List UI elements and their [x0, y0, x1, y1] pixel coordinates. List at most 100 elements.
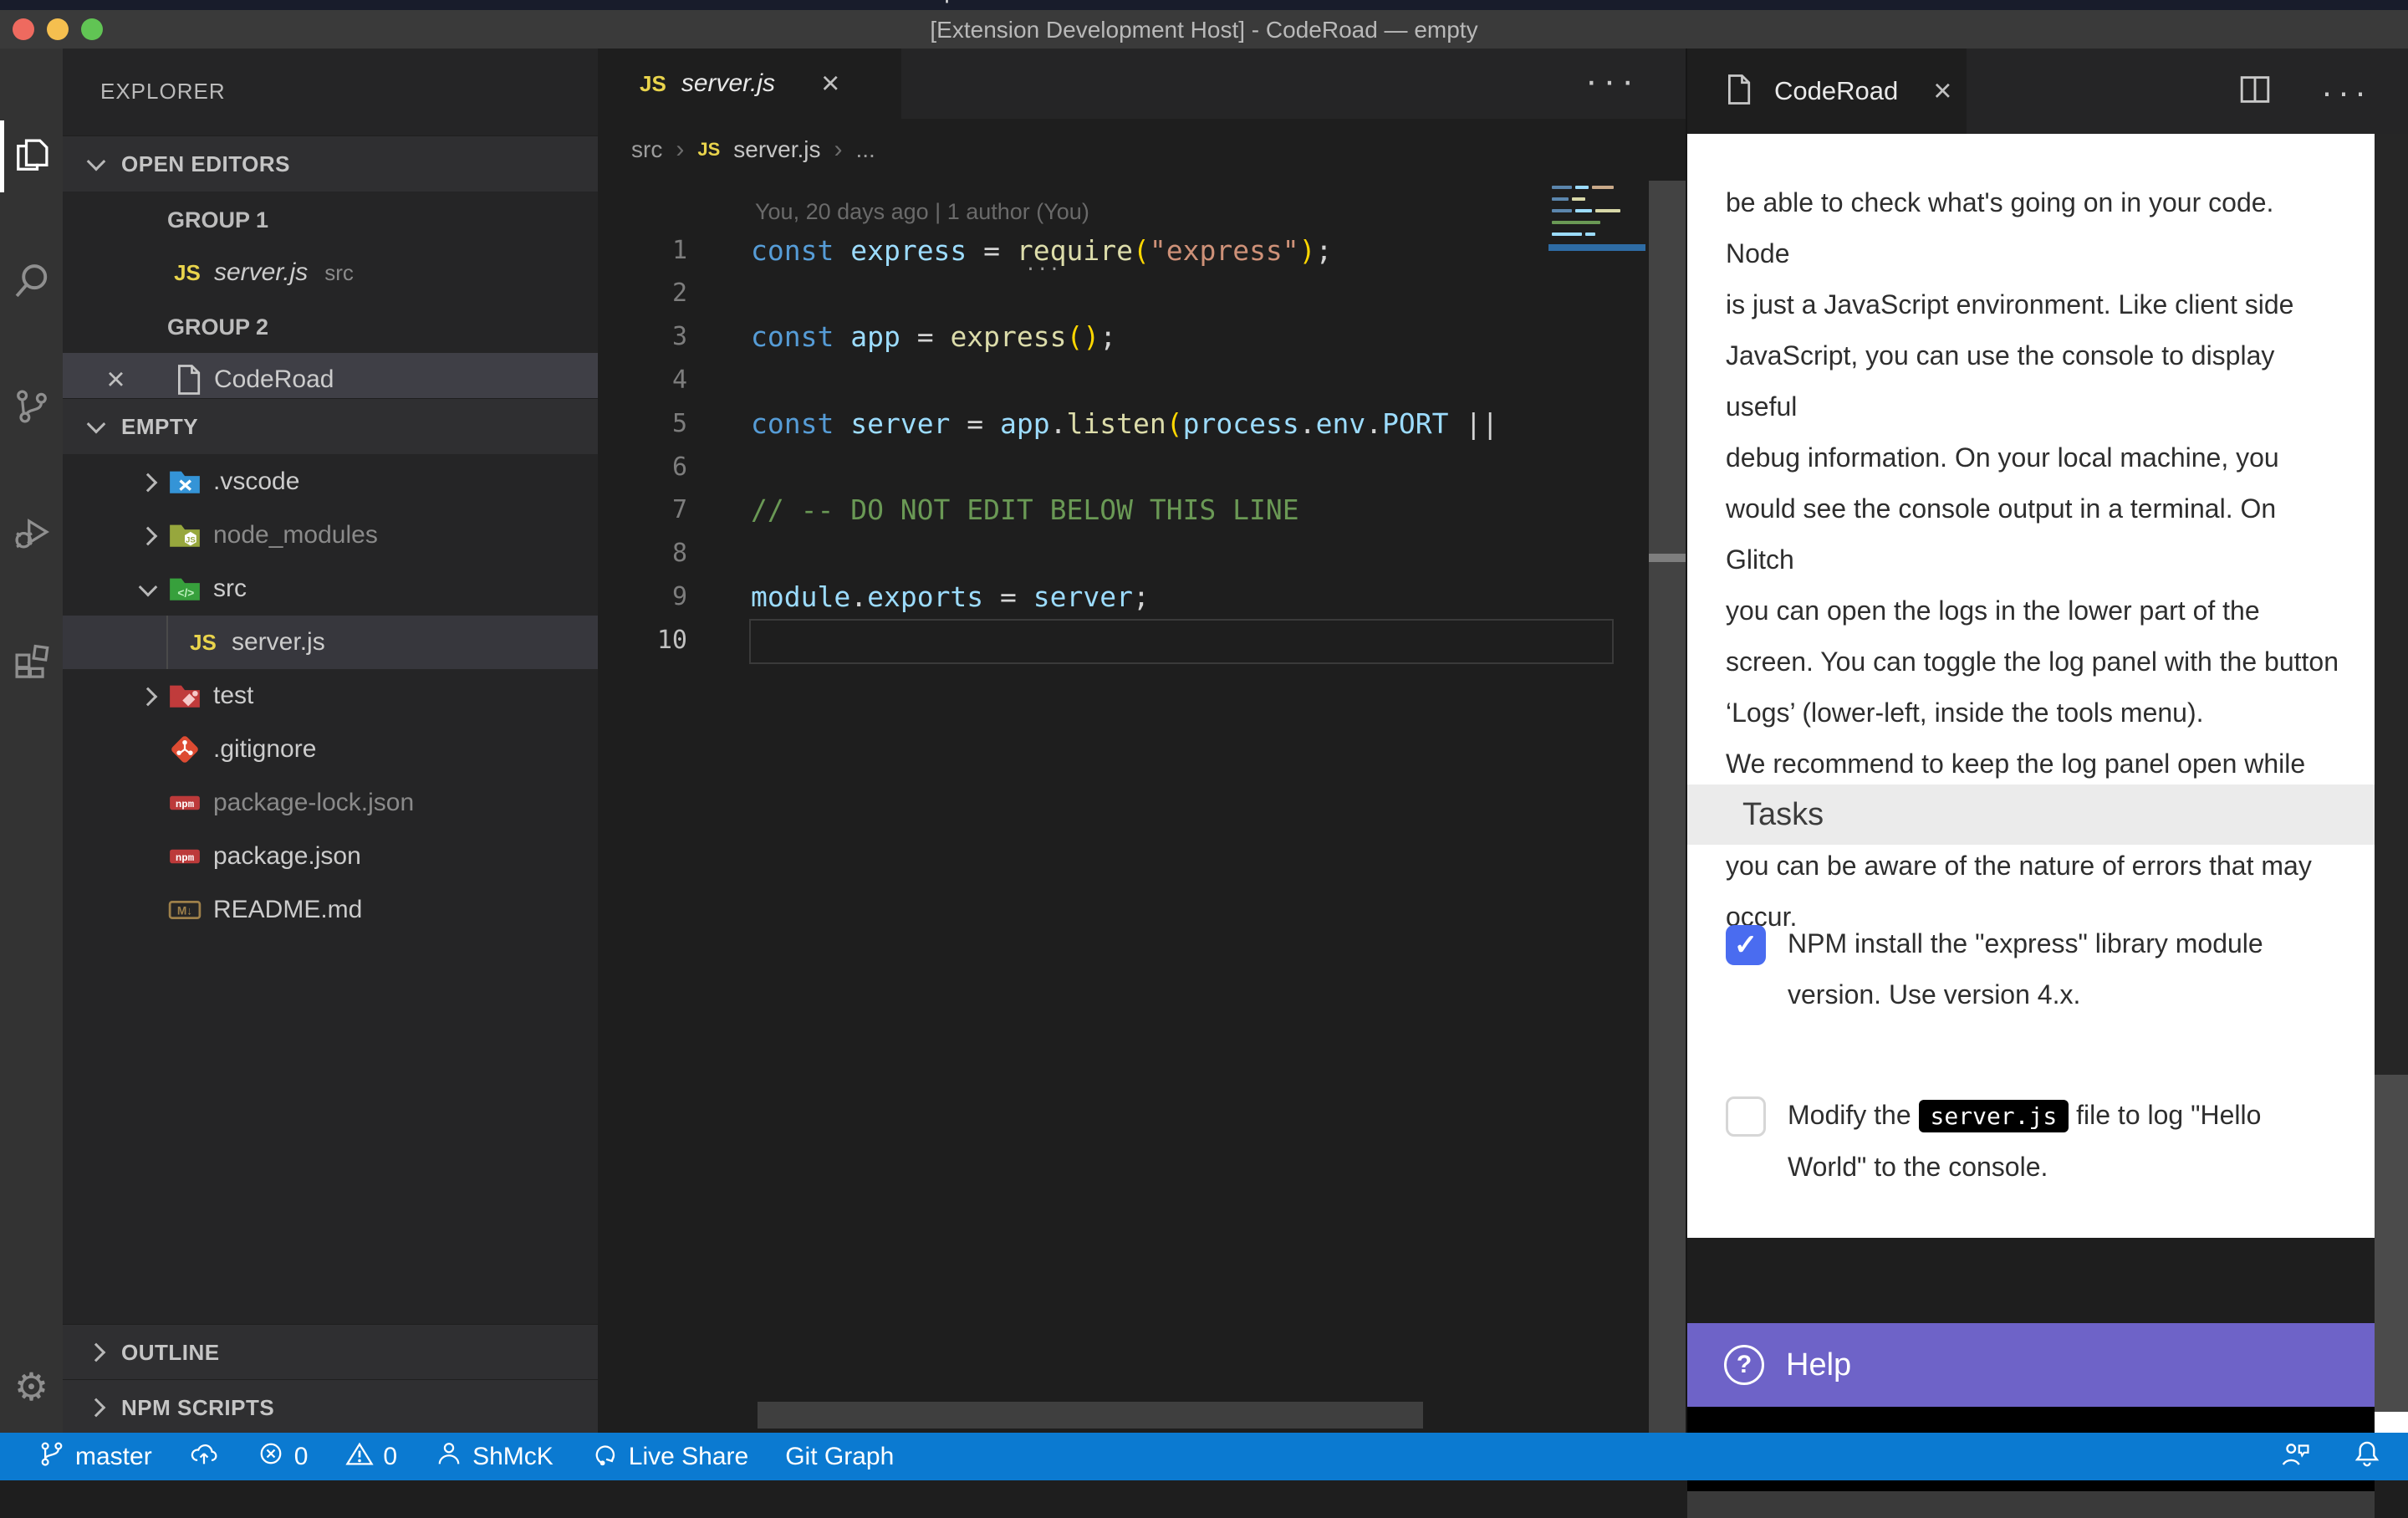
- code-line-5[interactable]: 5const server = app.listen(process.env.P…: [598, 401, 1651, 445]
- breadcrumb-file[interactable]: server.js: [733, 136, 820, 163]
- coderoad-tab-bar: CodeRoad × ···: [1687, 49, 2408, 134]
- status-0[interactable]: 0: [256, 1439, 309, 1475]
- help-question-icon: ?: [1724, 1345, 1764, 1385]
- src-folder-icon: </>: [166, 570, 203, 607]
- code-line-4[interactable]: 4: [598, 358, 1651, 401]
- warning-icon: [344, 1439, 375, 1475]
- more-actions-icon[interactable]: ···: [2321, 72, 2371, 112]
- breadcrumb-src[interactable]: src: [631, 136, 662, 163]
- status-git-graph[interactable]: Git Graph: [785, 1443, 894, 1471]
- open-editors-group-label: GROUP 1: [167, 207, 268, 233]
- status-shmck[interactable]: ShMcK: [434, 1439, 554, 1475]
- activity-item-source-control[interactable]: [0, 365, 63, 448]
- task-text: NPM install the "express" library module…: [1788, 918, 2356, 1020]
- split-editor-icon[interactable]: [2236, 70, 2274, 113]
- editor-more-actions-icon[interactable]: ···: [1585, 60, 1640, 102]
- menu-item-code[interactable]: Code: [77, 0, 129, 4]
- code-line-6[interactable]: 6: [598, 445, 1651, 488]
- code-line-8[interactable]: 8: [598, 532, 1651, 575]
- menu-item-edit[interactable]: Edit: [241, 0, 278, 4]
- editor-group: JS server.js × ··· src›JSserver.js›... Y…: [598, 49, 1686, 1433]
- apple-menu-icon[interactable]: ●: [25, 0, 38, 4]
- menu-item-view[interactable]: View: [445, 0, 492, 4]
- window-titlebar[interactable]: [Extension Development Host] - CodeRoad …: [0, 10, 2408, 49]
- tree-item-readme-md[interactable]: M↓README.md: [63, 883, 598, 937]
- code-line-9[interactable]: 9module.exports = server;: [598, 575, 1651, 618]
- js-icon: JS: [169, 254, 206, 291]
- section-workspace-empty[interactable]: EMPTY: [63, 398, 598, 454]
- tree-item-package-json[interactable]: npmpackage.json: [63, 830, 598, 883]
- horizontal-scrollbar[interactable]: [758, 1402, 1423, 1429]
- tree-item-node_modules[interactable]: JSnode_modules: [63, 509, 598, 562]
- open-editor-item-server-js[interactable]: JSserver.jssrc: [63, 246, 598, 299]
- menubar-clock: Sat 5:43 PM: [2281, 0, 2391, 5]
- menu-item-window[interactable]: Window: [796, 0, 873, 4]
- status-cloud-upload[interactable]: [189, 1439, 219, 1475]
- menu-item-help[interactable]: Help: [912, 0, 957, 4]
- task-checkbox[interactable]: [1726, 1096, 1766, 1137]
- tasks-title: Tasks: [1742, 797, 1824, 833]
- svg-text:npm: npm: [176, 852, 194, 864]
- close-tab-icon[interactable]: ×: [821, 68, 839, 100]
- status-feedback-icon[interactable]: [2279, 1438, 2311, 1476]
- close-tab-icon[interactable]: ×: [1933, 75, 1951, 107]
- status-live-share[interactable]: Live Share: [590, 1439, 748, 1475]
- person-icon: [434, 1439, 464, 1475]
- code-line-1[interactable]: 1const express = require("express");: [598, 228, 1651, 272]
- section-open-editors[interactable]: OPEN EDITORS: [63, 135, 598, 192]
- explorer-sidebar: EXPLORER OPEN EDITORS GROUP 1 JSserver.jss…: [63, 49, 598, 1433]
- tree-item--vscode[interactable]: .vscode: [63, 455, 598, 509]
- error-icon: [256, 1439, 286, 1475]
- activity-item-explorer[interactable]: [0, 114, 63, 197]
- menu-item-file[interactable]: File: [167, 0, 202, 4]
- svg-text:</>: </>: [177, 587, 194, 600]
- tree-item--gitignore[interactable]: .gitignore: [63, 723, 598, 776]
- breadcrumb-symbol[interactable]: ...: [856, 136, 875, 163]
- section-outline[interactable]: OUTLINE: [63, 1324, 598, 1380]
- file-icon: [1719, 71, 1756, 112]
- tree-item-src[interactable]: </>src: [63, 562, 598, 616]
- menu-item-go[interactable]: Go: [529, 0, 559, 4]
- tree-item-package-lock-json[interactable]: npmpackage-lock.json: [63, 776, 598, 830]
- task-checkbox[interactable]: ✓: [1726, 925, 1766, 965]
- live-share-icon: [590, 1439, 620, 1475]
- menu-item-selection[interactable]: Selection: [317, 0, 406, 4]
- code-line-3[interactable]: 3const app = express();: [598, 315, 1651, 359]
- minimap-current-line: [1548, 244, 1645, 251]
- status-master[interactable]: master: [37, 1439, 152, 1475]
- minimap-line: [1552, 221, 1600, 224]
- activity-item-extensions[interactable]: [0, 617, 63, 701]
- svg-text:JS: JS: [186, 535, 196, 544]
- minimap-line: [1552, 197, 1585, 201]
- js-file-icon: JS: [640, 71, 666, 97]
- tab-server-js[interactable]: JS server.js ×: [598, 49, 901, 119]
- sidebar-title: EXPLORER: [100, 79, 226, 105]
- activity-item-run-debug[interactable]: [0, 490, 63, 574]
- activity-item-search[interactable]: [0, 239, 63, 323]
- minimap[interactable]: [1548, 181, 1645, 1352]
- activity-bar: ⚙: [0, 49, 63, 1433]
- tree-item-server-js[interactable]: JSserver.js: [63, 616, 598, 669]
- editor-scrollbar-sash[interactable]: [1649, 181, 1686, 1433]
- section-npm-scripts[interactable]: NPM SCRIPTS: [63, 1379, 598, 1433]
- settings-gear-icon[interactable]: ⚙: [0, 1364, 63, 1409]
- status-0[interactable]: 0: [344, 1439, 397, 1475]
- status-bar: master 00 ShMcK Live Share Git Graph: [0, 1433, 2408, 1480]
- code-line-10[interactable]: 10: [598, 618, 1651, 662]
- close-editor-icon[interactable]: ×: [106, 362, 125, 397]
- menu-item-run[interactable]: Run: [597, 0, 637, 4]
- breadcrumb[interactable]: src›JSserver.js›...: [631, 129, 875, 171]
- test-folder-icon: [166, 677, 203, 714]
- code-line-7[interactable]: 7// -- DO NOT EDIT BELOW THIS LINE: [598, 488, 1651, 532]
- tasks-header: Tasks: [1687, 785, 2375, 845]
- svg-text:npm: npm: [176, 799, 194, 810]
- menu-item-terminal[interactable]: Terminal: [676, 0, 758, 4]
- webview-scrollbar[interactable]: [2375, 134, 2408, 1433]
- js-icon: JS: [185, 624, 222, 661]
- webview-bottom-strip: [1687, 1491, 2375, 1518]
- tree-item-test[interactable]: test: [63, 669, 598, 723]
- tab-coderoad[interactable]: CodeRoad ×: [1687, 49, 1967, 134]
- code-line-2[interactable]: 2: [598, 272, 1651, 315]
- help-bar[interactable]: ? Help: [1687, 1323, 2375, 1407]
- status-bell-icon[interactable]: [2351, 1438, 2383, 1476]
